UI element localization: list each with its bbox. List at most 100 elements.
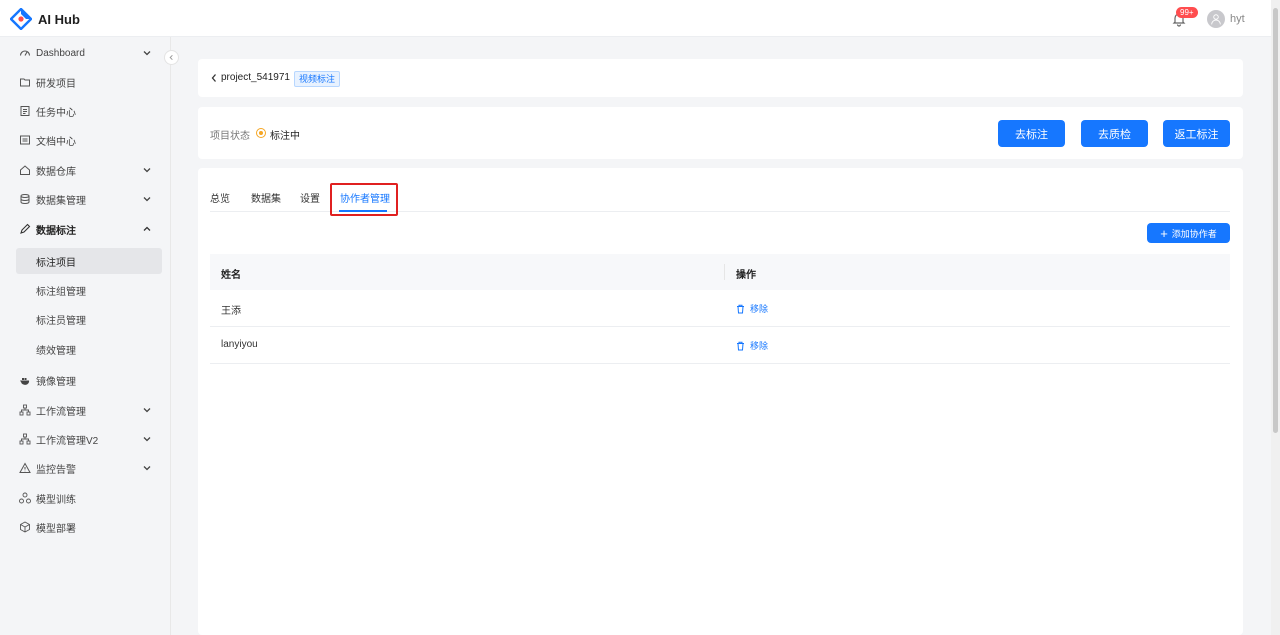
- avatar[interactable]: [1207, 10, 1225, 28]
- tab-overview[interactable]: 总览: [210, 190, 230, 205]
- database-icon: [19, 193, 31, 205]
- sidebar-collapse-button[interactable]: [164, 50, 179, 65]
- remove-label: 移除: [750, 341, 769, 351]
- sidebar-subitem-annotation-projects[interactable]: 标注项目: [16, 248, 162, 274]
- sidebar-subitem-annotators[interactable]: 标注员管理: [16, 306, 162, 332]
- add-collaborator-label: 添加协作者: [1171, 228, 1217, 239]
- sidebar-item-label: Dashboard: [36, 47, 85, 59]
- table-row: 王添 移除: [210, 290, 1230, 327]
- sidebar-item-task-center[interactable]: 任务中心: [10, 98, 160, 124]
- remove-label: 移除: [750, 304, 769, 314]
- sidebar-subitem-performance[interactable]: 绩效管理: [16, 336, 162, 362]
- annotate-button[interactable]: 去标注: [998, 120, 1065, 147]
- sidebar-item-dashboard[interactable]: Dashboard: [10, 40, 160, 66]
- tab-settings[interactable]: 设置: [300, 190, 320, 205]
- sidebar-item-label: 模型部署: [36, 523, 76, 535]
- sidebar-item-model-deployment[interactable]: 模型部署: [10, 514, 160, 540]
- workflow-icon: [19, 404, 31, 416]
- quality-check-button[interactable]: 去质检: [1081, 120, 1148, 147]
- chevron-up-icon: [143, 226, 151, 231]
- pen-icon: [19, 223, 31, 235]
- sidebar-item-label: 任务中心: [36, 107, 76, 119]
- breadcrumb: project_541971 视频标注: [198, 59, 1243, 97]
- username[interactable]: hyt: [1230, 13, 1245, 25]
- warning-icon: [19, 462, 31, 474]
- chevron-down-icon: [143, 437, 151, 442]
- chevron-down-icon: [143, 466, 151, 471]
- column-header-actions: 操作: [736, 270, 756, 281]
- sidebar-subitem-label: 标注项目: [36, 257, 76, 269]
- task-icon: [19, 105, 31, 117]
- sidebar-item-data-annotation[interactable]: 数据标注: [10, 216, 160, 242]
- rework-annotation-button[interactable]: 返工标注: [1163, 120, 1230, 147]
- sidebar-item-document-center[interactable]: 文档中心: [10, 127, 160, 153]
- sidebar-item-label: 工作流管理: [36, 406, 86, 418]
- chevron-down-icon: [143, 168, 151, 173]
- sidebar-item-label: 监控告警: [36, 464, 76, 476]
- project-status-bar: 项目状态 标注中 去标注 去质检 返工标注: [198, 107, 1243, 159]
- column-divider: [724, 264, 725, 280]
- status-value: 标注中: [270, 131, 300, 142]
- train-icon: [19, 492, 31, 504]
- collaborator-name: 王添: [221, 306, 241, 317]
- sidebar-subitem-label: 标注组管理: [36, 286, 86, 298]
- sidebar-item-image-management[interactable]: 镜像管理: [10, 367, 160, 393]
- remove-button[interactable]: 移除: [736, 339, 768, 352]
- sidebar-item-label: 文档中心: [36, 136, 76, 148]
- sidebar-subitem-label: 标注员管理: [36, 315, 86, 327]
- trash-icon: [737, 304, 744, 313]
- sidebar-item-workflow[interactable]: 工作流管理: [10, 397, 160, 423]
- status-indicator-icon: [256, 128, 266, 138]
- sidebar-item-label: 模型训练: [36, 494, 76, 506]
- status-label: 项目状态: [210, 131, 250, 142]
- chevron-down-icon: [143, 51, 151, 56]
- chevron-down-icon: [143, 197, 151, 202]
- trash-icon: [737, 341, 744, 350]
- sidebar-item-label: 工作流管理V2: [36, 435, 99, 447]
- chevron-left-icon: [169, 54, 173, 61]
- collaborators-table: 姓名 操作 王添 移除 lanyiyou 移除: [210, 254, 1230, 364]
- top-bar: AI Hub 99+ hyt: [0, 0, 1280, 37]
- dashboard-icon: [19, 47, 31, 59]
- tab-highlight-box: [330, 183, 398, 216]
- workflow-icon: [19, 433, 31, 445]
- chevron-left-icon[interactable]: [210, 73, 218, 83]
- remove-button[interactable]: 移除: [736, 302, 768, 315]
- sidebar-item-monitoring[interactable]: 监控告警: [10, 455, 160, 481]
- collaborator-name: lanyiyou: [221, 339, 258, 350]
- table-header: 姓名 操作: [210, 254, 1230, 290]
- sidebar-item-label: 镜像管理: [36, 376, 76, 388]
- home-icon: [19, 164, 31, 176]
- sidebar-item-research-projects[interactable]: 研发项目: [10, 69, 160, 95]
- sidebar-item-dataset-management[interactable]: 数据集管理: [10, 186, 160, 212]
- sidebar-item-workflow-v2[interactable]: 工作流管理V2: [10, 426, 160, 452]
- column-header-name: 姓名: [221, 270, 241, 281]
- document-icon: [19, 134, 31, 146]
- project-name[interactable]: project_541971: [221, 72, 290, 83]
- chevron-down-icon: [143, 408, 151, 413]
- page-scrollbar[interactable]: [1271, 0, 1280, 635]
- logo[interactable]: AI Hub: [10, 8, 80, 30]
- scrollbar-thumb[interactable]: [1273, 8, 1278, 433]
- main-panel: 总览 数据集 设置 协作者管理 + 添加协作者 姓名 操作 王添 移除 lany…: [198, 168, 1243, 635]
- notification-badge: 99+: [1176, 7, 1198, 18]
- sidebar-item-model-training[interactable]: 模型训练: [10, 485, 160, 511]
- whale-icon: [19, 374, 31, 386]
- cube-icon: [19, 521, 31, 533]
- sidebar-item-label: 数据标注: [36, 225, 76, 237]
- folder-icon: [19, 76, 31, 88]
- sidebar-subitem-annotation-groups[interactable]: 标注组管理: [16, 277, 162, 303]
- app-title: AI Hub: [38, 11, 80, 27]
- table-row: lanyiyou 移除: [210, 327, 1230, 364]
- sidebar-item-data-warehouse[interactable]: 数据仓库: [10, 157, 160, 183]
- sidebar: Dashboard 研发项目 任务中心 文档中心 数据仓库 数据集管理 数据标注…: [0, 37, 171, 635]
- sidebar-item-label: 研发项目: [36, 78, 76, 90]
- sidebar-item-label: 数据集管理: [36, 195, 86, 207]
- add-collaborator-button[interactable]: + 添加协作者: [1147, 223, 1230, 243]
- tab-datasets[interactable]: 数据集: [251, 190, 281, 205]
- ai-hub-logo-icon: [10, 8, 32, 30]
- plus-icon: +: [1160, 225, 1168, 241]
- sidebar-subitem-label: 绩效管理: [36, 345, 76, 357]
- user-icon: [1211, 14, 1221, 25]
- project-type-tag: 视频标注: [294, 71, 341, 87]
